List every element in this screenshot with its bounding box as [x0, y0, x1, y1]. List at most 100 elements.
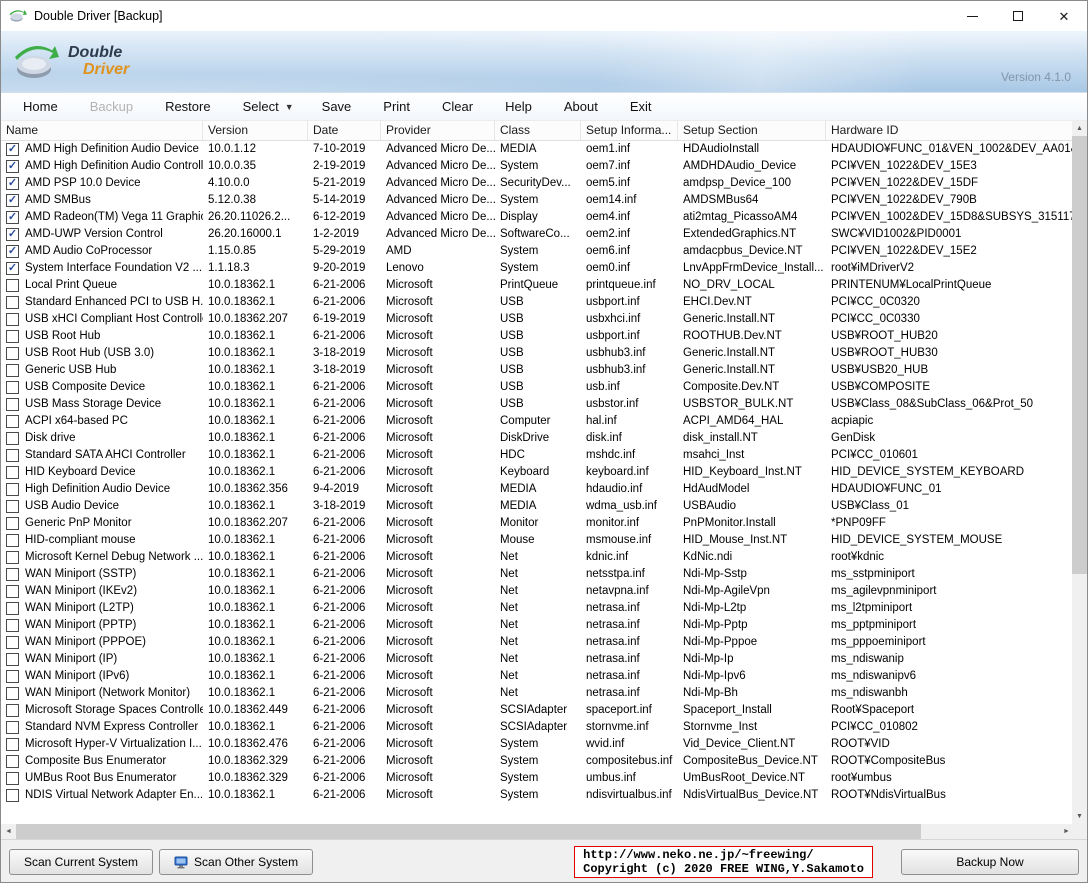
select-dropdown-arrow-icon[interactable]: ▼: [285, 102, 306, 112]
table-row[interactable]: Composite Bus Enumerator 10.0.18362.329 …: [1, 753, 1074, 770]
table-row[interactable]: High Definition Audio Device 10.0.18362.…: [1, 481, 1074, 498]
row-checkbox[interactable]: [6, 636, 19, 649]
minimize-button[interactable]: [949, 1, 995, 31]
table-row[interactable]: ✓ AMD High Definition Audio Device 10.0.…: [1, 141, 1074, 158]
table-row[interactable]: ✓ AMD Radeon(TM) Vega 11 Graphics 26.20.…: [1, 209, 1074, 226]
table-row[interactable]: USB Mass Storage Device 10.0.18362.1 6-2…: [1, 396, 1074, 413]
table-row[interactable]: USB Composite Device 10.0.18362.1 6-21-2…: [1, 379, 1074, 396]
table-row[interactable]: ✓ AMD-UWP Version Control 26.20.16000.1 …: [1, 226, 1074, 243]
row-checkbox[interactable]: [6, 755, 19, 768]
table-row[interactable]: Microsoft Storage Spaces Controller 10.0…: [1, 702, 1074, 719]
table-row[interactable]: HID-compliant mouse 10.0.18362.1 6-21-20…: [1, 532, 1074, 549]
table-row[interactable]: WAN Miniport (PPTP) 10.0.18362.1 6-21-20…: [1, 617, 1074, 634]
row-checkbox[interactable]: [6, 398, 19, 411]
column-header-date[interactable]: Date: [308, 121, 381, 140]
table-row[interactable]: ACPI x64-based PC 10.0.18362.1 6-21-2006…: [1, 413, 1074, 430]
column-header-hardware-id[interactable]: Hardware ID: [826, 121, 1074, 140]
row-checkbox[interactable]: [6, 313, 19, 326]
row-checkbox[interactable]: [6, 381, 19, 394]
row-checkbox[interactable]: [6, 534, 19, 547]
horizontal-scrollbar[interactable]: ◄ ►: [1, 824, 1074, 839]
table-row[interactable]: Microsoft Kernel Debug Network ... 10.0.…: [1, 549, 1074, 566]
row-checkbox[interactable]: [6, 670, 19, 683]
row-checkbox[interactable]: ✓: [6, 211, 19, 224]
row-checkbox[interactable]: [6, 568, 19, 581]
maximize-button[interactable]: [995, 1, 1041, 31]
table-row[interactable]: ✓ AMD PSP 10.0 Device 4.10.0.0 5-21-2019…: [1, 175, 1074, 192]
scan-current-system-button[interactable]: Scan Current System: [9, 849, 153, 875]
row-checkbox[interactable]: [6, 500, 19, 513]
column-header-version[interactable]: Version: [203, 121, 308, 140]
row-checkbox[interactable]: [6, 772, 19, 785]
column-header-provider[interactable]: Provider: [381, 121, 495, 140]
vertical-scrollbar[interactable]: ▲ ▼: [1072, 121, 1087, 824]
menu-item-exit[interactable]: Exit: [614, 93, 668, 120]
row-checkbox[interactable]: [6, 432, 19, 445]
row-checkbox[interactable]: [6, 602, 19, 615]
row-checkbox[interactable]: [6, 721, 19, 734]
table-row[interactable]: Standard SATA AHCI Controller 10.0.18362…: [1, 447, 1074, 464]
menu-item-home[interactable]: Home: [7, 93, 74, 120]
column-header-setup-information[interactable]: Setup Informa...: [581, 121, 678, 140]
row-checkbox[interactable]: [6, 738, 19, 751]
menu-item-help[interactable]: Help: [489, 93, 548, 120]
horizontal-scrollbar-thumb[interactable]: [16, 824, 921, 839]
row-checkbox[interactable]: [6, 789, 19, 802]
row-checkbox[interactable]: [6, 619, 19, 632]
row-checkbox[interactable]: [6, 466, 19, 479]
row-checkbox[interactable]: [6, 483, 19, 496]
row-checkbox[interactable]: [6, 704, 19, 717]
table-row[interactable]: USB Root Hub (USB 3.0) 10.0.18362.1 3-18…: [1, 345, 1074, 362]
menu-item-about[interactable]: About: [548, 93, 614, 120]
menu-item-save[interactable]: Save: [306, 93, 368, 120]
column-header-name[interactable]: Name: [1, 121, 203, 140]
row-checkbox[interactable]: [6, 279, 19, 292]
row-checkbox[interactable]: ✓: [6, 177, 19, 190]
scroll-down-arrow-icon[interactable]: ▼: [1072, 809, 1087, 824]
column-header-class[interactable]: Class: [495, 121, 581, 140]
table-row[interactable]: WAN Miniport (SSTP) 10.0.18362.1 6-21-20…: [1, 566, 1074, 583]
table-row[interactable]: USB Root Hub 10.0.18362.1 6-21-2006 Micr…: [1, 328, 1074, 345]
table-row[interactable]: WAN Miniport (IPv6) 10.0.18362.1 6-21-20…: [1, 668, 1074, 685]
row-checkbox[interactable]: ✓: [6, 262, 19, 275]
row-checkbox[interactable]: [6, 330, 19, 343]
row-checkbox[interactable]: [6, 364, 19, 377]
table-row[interactable]: ✓ AMD Audio CoProcessor 1.15.0.85 5-29-2…: [1, 243, 1074, 260]
row-checkbox[interactable]: [6, 449, 19, 462]
table-row[interactable]: Generic USB Hub 10.0.18362.1 3-18-2019 M…: [1, 362, 1074, 379]
scroll-left-arrow-icon[interactable]: ◄: [1, 824, 16, 839]
table-row[interactable]: Disk drive 10.0.18362.1 6-21-2006 Micros…: [1, 430, 1074, 447]
table-row[interactable]: Generic PnP Monitor 10.0.18362.207 6-21-…: [1, 515, 1074, 532]
row-checkbox[interactable]: [6, 415, 19, 428]
table-row[interactable]: WAN Miniport (PPPOE) 10.0.18362.1 6-21-2…: [1, 634, 1074, 651]
table-row[interactable]: ✓ AMD High Definition Audio Controller 1…: [1, 158, 1074, 175]
row-checkbox[interactable]: ✓: [6, 160, 19, 173]
table-row[interactable]: WAN Miniport (IP) 10.0.18362.1 6-21-2006…: [1, 651, 1074, 668]
table-row[interactable]: UMBus Root Bus Enumerator 10.0.18362.329…: [1, 770, 1074, 787]
row-checkbox[interactable]: [6, 347, 19, 360]
table-row[interactable]: HID Keyboard Device 10.0.18362.1 6-21-20…: [1, 464, 1074, 481]
close-button[interactable]: ✕: [1041, 1, 1087, 31]
scroll-up-arrow-icon[interactable]: ▲: [1072, 121, 1087, 136]
table-row[interactable]: WAN Miniport (L2TP) 10.0.18362.1 6-21-20…: [1, 600, 1074, 617]
scan-other-system-button[interactable]: Scan Other System: [159, 849, 313, 875]
row-checkbox[interactable]: [6, 551, 19, 564]
table-row[interactable]: Standard NVM Express Controller 10.0.183…: [1, 719, 1074, 736]
row-checkbox[interactable]: [6, 653, 19, 666]
row-checkbox[interactable]: [6, 296, 19, 309]
row-checkbox[interactable]: ✓: [6, 194, 19, 207]
table-row[interactable]: ✓ System Interface Foundation V2 ... 1.1…: [1, 260, 1074, 277]
table-row[interactable]: WAN Miniport (IKEv2) 10.0.18362.1 6-21-2…: [1, 583, 1074, 600]
table-row[interactable]: USB xHCI Compliant Host Controller 10.0.…: [1, 311, 1074, 328]
table-row[interactable]: USB Audio Device 10.0.18362.1 3-18-2019 …: [1, 498, 1074, 515]
row-checkbox[interactable]: [6, 517, 19, 530]
row-checkbox[interactable]: ✓: [6, 228, 19, 241]
table-row[interactable]: Local Print Queue 10.0.18362.1 6-21-2006…: [1, 277, 1074, 294]
table-row[interactable]: NDIS Virtual Network Adapter En... 10.0.…: [1, 787, 1074, 804]
row-checkbox[interactable]: [6, 585, 19, 598]
table-row[interactable]: ✓ AMD SMBus 5.12.0.38 5-14-2019 Advanced…: [1, 192, 1074, 209]
vertical-scrollbar-thumb[interactable]: [1072, 136, 1087, 574]
menu-item-restore[interactable]: Restore: [149, 93, 227, 120]
column-header-setup-section[interactable]: Setup Section: [678, 121, 826, 140]
table-row[interactable]: Standard Enhanced PCI to USB H... 10.0.1…: [1, 294, 1074, 311]
